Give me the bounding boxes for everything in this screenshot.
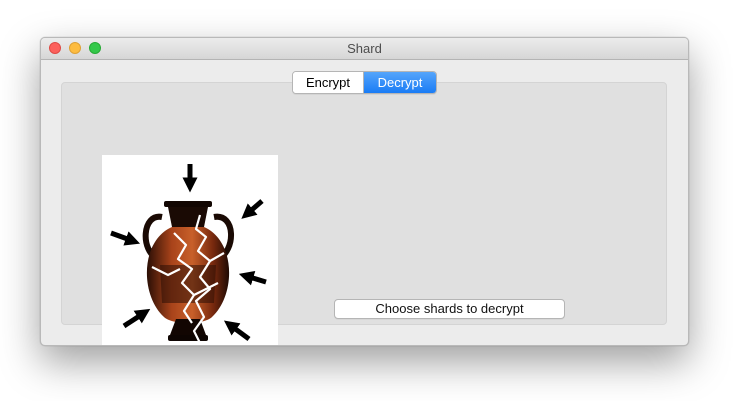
window-title: Shard — [347, 41, 382, 56]
tab-decrypt[interactable]: Decrypt — [364, 72, 436, 93]
tab-encrypt[interactable]: Encrypt — [293, 72, 364, 93]
mode-segmented-control[interactable]: Encrypt Decrypt — [292, 71, 437, 94]
shattered-vase-icon — [102, 155, 278, 345]
choose-shards-button[interactable]: Choose shards to decrypt — [334, 299, 565, 319]
decrypt-panel: Choose shards to decrypt — [61, 82, 667, 345]
title-bar[interactable]: Shard — [41, 38, 688, 60]
app-window: Shard Encrypt Decrypt Choose shards to d… — [40, 37, 689, 346]
